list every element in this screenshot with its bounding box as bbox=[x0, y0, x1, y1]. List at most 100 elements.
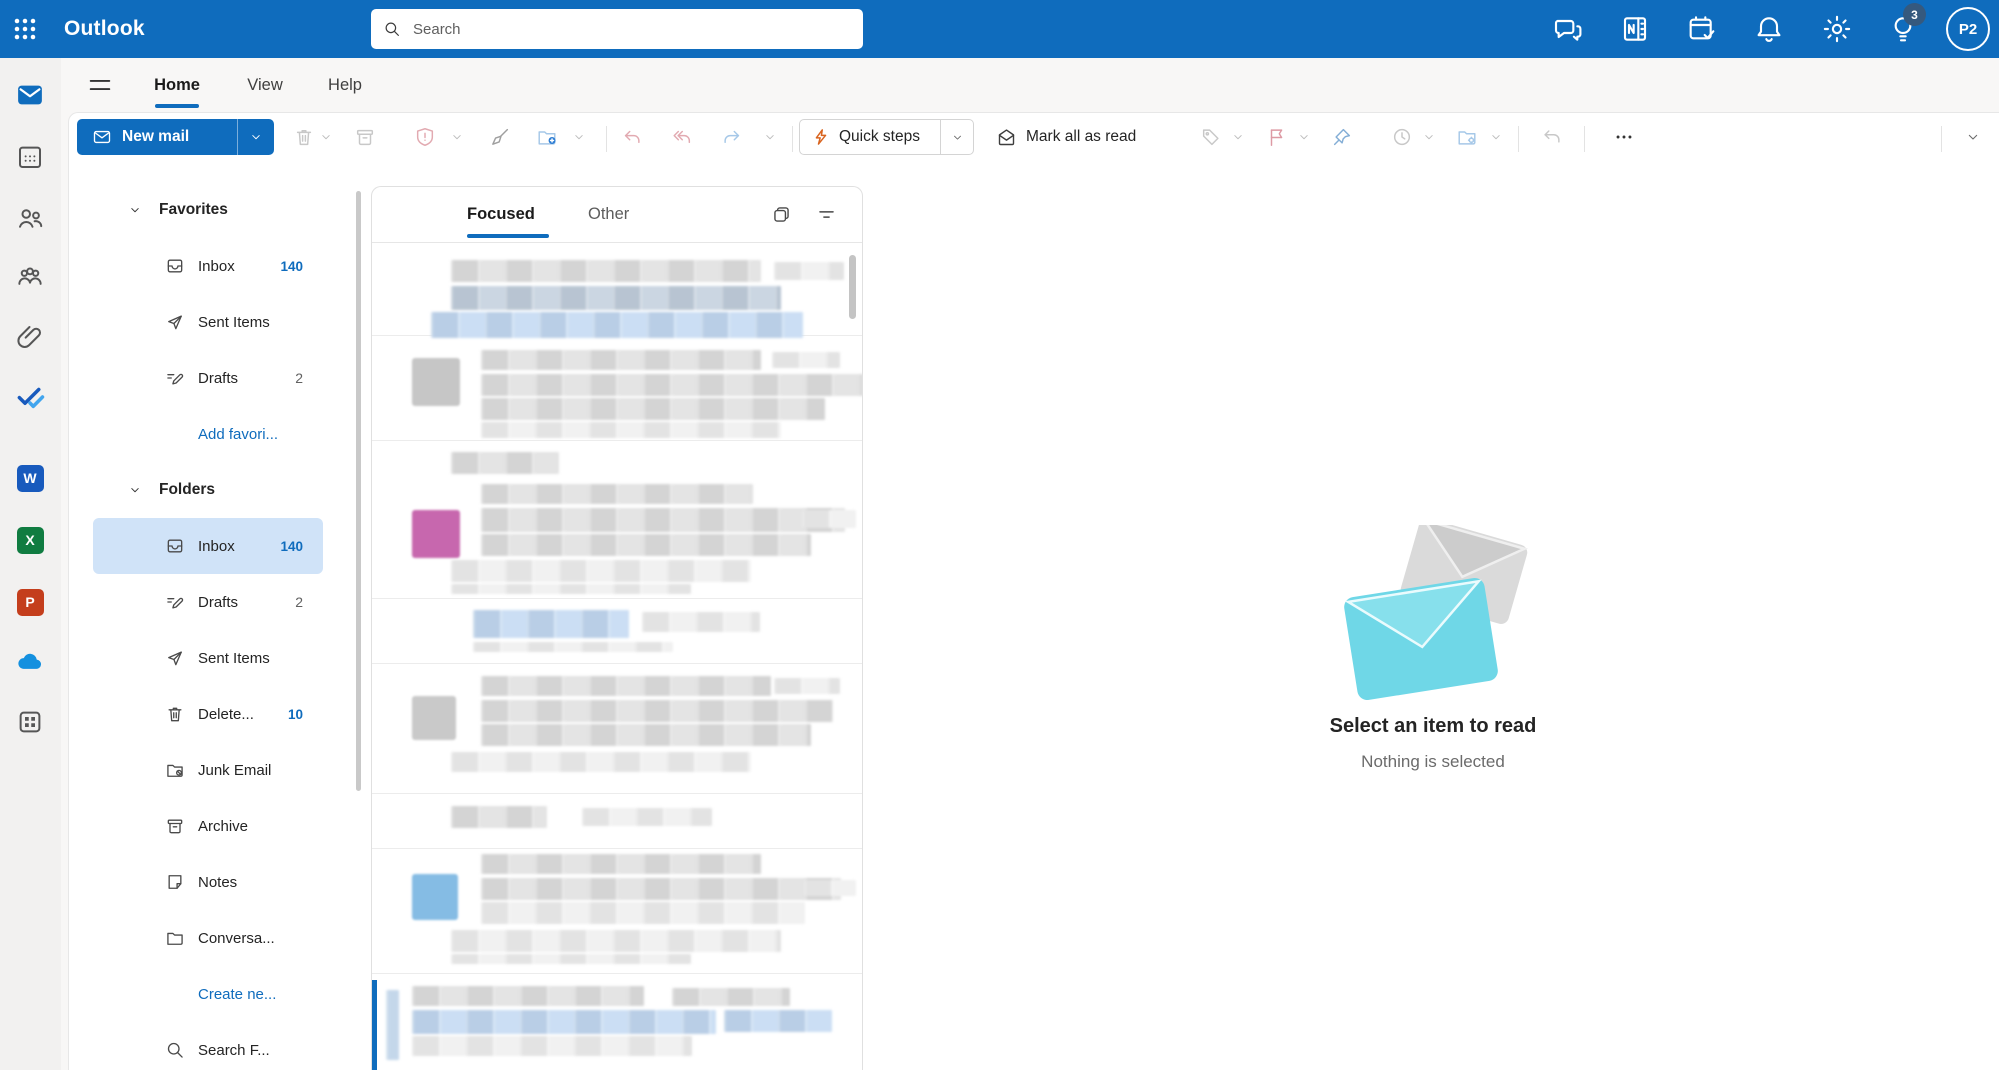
sender-avatar bbox=[412, 358, 460, 406]
list-divider bbox=[372, 598, 862, 599]
settings-gear-icon[interactable] bbox=[1821, 13, 1853, 45]
archive-button[interactable] bbox=[349, 121, 381, 153]
filter-icon[interactable] bbox=[816, 204, 837, 225]
teams-chat-icon[interactable] bbox=[1552, 13, 1584, 45]
folder-item-sent-items[interactable]: Sent Items bbox=[93, 294, 323, 350]
pin-button[interactable] bbox=[1326, 121, 1358, 153]
rules-button[interactable] bbox=[1451, 121, 1483, 153]
folder-section-header[interactable]: Favorites bbox=[68, 182, 360, 238]
folder-item-junk-email[interactable]: Junk Email bbox=[93, 742, 323, 798]
quick-steps-button[interactable]: Quick steps bbox=[799, 119, 974, 155]
rail-item-word[interactable]: W bbox=[15, 463, 45, 493]
tab-other[interactable]: Other bbox=[588, 187, 629, 242]
rail-item-more-apps[interactable] bbox=[15, 707, 45, 737]
message-row[interactable] bbox=[372, 248, 862, 334]
tab-help[interactable]: Help bbox=[316, 66, 374, 104]
rules-chevron-icon[interactable] bbox=[1489, 130, 1503, 144]
folder-section-header[interactable]: Folders bbox=[68, 462, 360, 518]
report-chevron-icon[interactable] bbox=[450, 130, 464, 144]
folder-item-notes[interactable]: Notes bbox=[93, 854, 323, 910]
app-launcher-icon[interactable] bbox=[9, 13, 41, 45]
redacted-text bbox=[412, 986, 644, 1006]
send-icon bbox=[165, 312, 185, 332]
my-day-calendar-icon[interactable] bbox=[1686, 13, 1718, 45]
unread-count: 2 bbox=[295, 594, 303, 610]
rail-item-powerpoint[interactable]: P bbox=[15, 587, 45, 617]
rail-item-calendar[interactable] bbox=[15, 142, 45, 172]
tag-button[interactable] bbox=[1195, 121, 1227, 153]
notifications-bell-icon[interactable] bbox=[1753, 13, 1785, 45]
message-row[interactable] bbox=[372, 448, 862, 478]
folder-link-add-favori---[interactable]: Add favori... bbox=[93, 406, 323, 462]
message-row[interactable] bbox=[372, 342, 862, 436]
folder-pane-scrollbar[interactable] bbox=[356, 191, 361, 791]
folder-item-inbox[interactable]: Inbox140 bbox=[93, 238, 323, 294]
message-row[interactable] bbox=[372, 602, 862, 654]
redacted-text bbox=[451, 806, 547, 828]
redacted-text bbox=[451, 954, 691, 964]
folder-item-drafts[interactable]: Drafts2 bbox=[93, 574, 323, 630]
rail-item-to-do[interactable] bbox=[15, 382, 45, 412]
snooze-button[interactable] bbox=[1386, 121, 1418, 153]
redacted-text bbox=[386, 990, 399, 1060]
account-avatar[interactable]: P2 bbox=[1946, 7, 1990, 51]
search-input[interactable] bbox=[411, 20, 851, 39]
redacted-text bbox=[804, 880, 856, 896]
flag-chevron-icon[interactable] bbox=[1297, 130, 1311, 144]
redacted-text bbox=[451, 560, 751, 582]
folder-item-inbox[interactable]: Inbox140 bbox=[93, 518, 323, 574]
reading-pane-empty-state: Select an item to read Nothing is select… bbox=[1283, 525, 1583, 772]
delete-button[interactable] bbox=[288, 121, 320, 153]
rail-item-attachments[interactable] bbox=[15, 322, 45, 352]
move-to-chevron-icon[interactable] bbox=[572, 130, 586, 144]
snooze-chevron-icon[interactable] bbox=[1422, 130, 1436, 144]
folder-item-drafts[interactable]: Drafts2 bbox=[93, 350, 323, 406]
folder-item-archive[interactable]: Archive bbox=[93, 798, 323, 854]
cyan-envelope bbox=[1343, 577, 1500, 702]
folder-item-search-f---[interactable]: Search F... bbox=[93, 1022, 323, 1070]
folder-item-conversa---[interactable]: Conversa... bbox=[93, 910, 323, 966]
send-icon bbox=[165, 648, 185, 668]
message-row[interactable] bbox=[372, 668, 862, 786]
reply-all-button[interactable] bbox=[666, 121, 698, 153]
message-row[interactable] bbox=[372, 850, 862, 970]
rail-item-onedrive[interactable] bbox=[15, 647, 45, 677]
active-tab-indicator bbox=[155, 104, 199, 108]
message-row[interactable] bbox=[372, 800, 862, 848]
rail-item-people[interactable] bbox=[15, 203, 45, 233]
search-bar[interactable] bbox=[371, 9, 863, 49]
message-row-selected[interactable] bbox=[372, 980, 862, 1070]
chevron-down-icon bbox=[128, 483, 142, 497]
forward-chevron-icon[interactable] bbox=[763, 130, 777, 144]
new-mail-dropdown[interactable] bbox=[238, 119, 274, 155]
tab-view[interactable]: View bbox=[236, 66, 294, 104]
new-mail-button[interactable]: New mail bbox=[77, 119, 274, 155]
rail-item-mail[interactable] bbox=[15, 80, 45, 110]
overflow-button[interactable] bbox=[1608, 121, 1640, 153]
unread-count: 140 bbox=[280, 539, 303, 554]
rail-item-groups[interactable] bbox=[15, 262, 45, 292]
quick-steps-dropdown[interactable] bbox=[941, 120, 973, 154]
onenote-feed-icon[interactable] bbox=[1619, 13, 1651, 45]
reply-button[interactable] bbox=[616, 121, 648, 153]
sweep-button[interactable] bbox=[484, 121, 516, 153]
rail-item-excel[interactable]: X bbox=[15, 525, 45, 555]
folder-link-create-ne---[interactable]: Create ne... bbox=[93, 966, 323, 1022]
move-to-button[interactable] bbox=[531, 121, 563, 153]
folder-item-sent-items[interactable]: Sent Items bbox=[93, 630, 323, 686]
ribbon-menu-icon[interactable] bbox=[86, 71, 114, 99]
undo-button[interactable] bbox=[1536, 121, 1568, 153]
select-all-icon[interactable] bbox=[771, 204, 792, 225]
forward-button[interactable] bbox=[716, 121, 748, 153]
mark-all-read-button[interactable]: Mark all as read bbox=[986, 119, 1146, 155]
report-button[interactable] bbox=[409, 121, 441, 153]
tab-home[interactable]: Home bbox=[148, 66, 206, 104]
message-row[interactable] bbox=[372, 482, 862, 594]
tag-chevron-icon[interactable] bbox=[1231, 130, 1245, 144]
redacted-text bbox=[481, 508, 845, 532]
delete-chevron-icon[interactable] bbox=[319, 130, 333, 144]
folder-item-delete---[interactable]: Delete...10 bbox=[93, 686, 323, 742]
flag-button[interactable] bbox=[1261, 121, 1293, 153]
collapse-ribbon-button[interactable] bbox=[1957, 121, 1989, 153]
redacted-text bbox=[724, 1010, 832, 1032]
